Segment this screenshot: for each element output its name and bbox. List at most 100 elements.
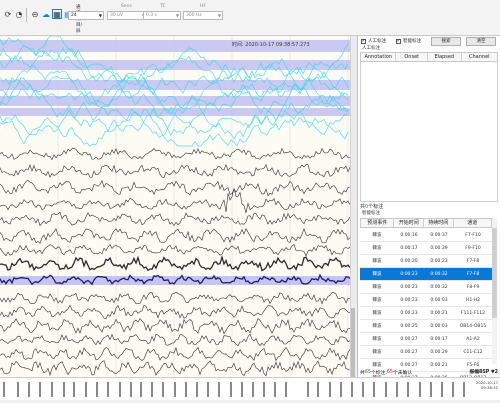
table-cell: 0:00:23 <box>400 311 418 316</box>
column-duration[interactable]: 持续时间 <box>424 219 454 227</box>
hf-select[interactable]: 300 Hz ▼ <box>183 11 223 20</box>
eeg-scrollbar-thumb[interactable] <box>351 308 355 377</box>
table-cell: OB14-OB15 <box>459 324 487 329</box>
eeg-trace <box>0 244 350 257</box>
eeg-trace <box>0 291 350 305</box>
status-mid: 个标注, <box>370 370 387 376</box>
smart-annotation-header: 预测事件 开始时间 持续时间 通道 <box>360 218 492 228</box>
channels-per-screen-value: 24 <box>71 13 77 18</box>
search-button[interactable]: 搜索 <box>431 37 461 46</box>
event-timeline[interactable] <box>0 377 500 400</box>
table-row[interactable]: 棘波 0:00:20 0:00:23 F7-F8 <box>360 255 492 268</box>
eeg-waveform-view[interactable]: 时间: 2020-10-17 09:38:57.273 <box>0 36 356 377</box>
table-cell: A1-A2 <box>466 337 480 342</box>
table-row[interactable]: 棘波 0:00:25 0:00:03 OB14-OB15 <box>360 320 492 333</box>
table-row[interactable]: 棘波 0:00:27 0:00:17 A1-A2 <box>360 333 492 346</box>
eeg-traces <box>0 36 350 377</box>
table-cell: 棘波 <box>372 233 382 238</box>
eeg-trace <box>0 179 350 197</box>
toolbar-separator <box>26 8 27 22</box>
sens-select[interactable]: 30 uV ▼ <box>107 11 147 20</box>
table-cell: 0:00:27 <box>400 337 418 342</box>
table-cell: 0:00:03 <box>430 324 448 329</box>
chevron-down-icon: ▼ <box>98 13 102 18</box>
table-cell: 0:00:32 <box>430 285 448 290</box>
manual-annotation-checkbox[interactable]: 人工标注 <box>361 38 386 44</box>
table-cell: 0:00:03 <box>430 298 448 303</box>
table-row[interactable]: 棘波 0:00:16 0:00:37 F7-F10 <box>360 229 492 242</box>
table-cell: 0:00:37 <box>430 233 448 238</box>
tc-select[interactable]: 0.3 s ▼ <box>143 11 181 20</box>
cursor-timestamp: 时间: 2020-10-17 09:38:57.273 <box>232 42 310 48</box>
smart-table-scrollbar-thumb[interactable] <box>492 228 497 318</box>
table-cell: 0:00:23 <box>400 272 418 277</box>
eeg-trace <box>0 211 350 227</box>
table-cell: 棘波 <box>372 272 382 277</box>
column-annotation[interactable]: Annotation <box>361 53 397 61</box>
table-row[interactable]: 棘波 0:00:27 0:00:29 C11-C12 <box>360 346 492 359</box>
eeg-trace <box>0 318 350 335</box>
amplitude-indicator[interactable]: 振幅8SP ▼2 <box>469 368 498 375</box>
table-cell: 0:00:23 <box>400 298 418 303</box>
table-row[interactable]: 棘波 0:00:23 0:00:32 F8-F9 <box>360 281 492 294</box>
manual-annotation-count: 共0个标注 <box>360 203 383 210</box>
column-channel[interactable]: Channel <box>462 53 497 61</box>
eeg-trace <box>0 346 350 362</box>
column-predicted-event[interactable]: 预测事件 <box>361 219 395 227</box>
chevron-down-icon: ▼ <box>217 13 221 18</box>
smart-annotation-table: 棘波 0:00:16 0:00:37 F7-F10 棘波 0:00:17 0:00:39 F9… <box>360 229 492 385</box>
refresh-icon[interactable]: ⟳ <box>3 9 13 19</box>
table-cell: 棘波 <box>372 311 382 316</box>
table-row[interactable]: 棘波 0:00:23 0:00:21 F111-F112 <box>360 307 492 320</box>
table-cell: 0:00:21 <box>430 311 448 316</box>
layout-icon[interactable]: ▦ <box>52 9 62 19</box>
table-row[interactable]: 棘波 0:00:23 0:00:32 F7-F8 <box>360 268 492 281</box>
table-cell: 0:00:23 <box>400 285 418 290</box>
eeg-trace <box>0 147 350 161</box>
column-channel[interactable]: 通道 <box>454 219 491 227</box>
chevron-down-icon: ▼ <box>175 13 179 18</box>
table-row[interactable]: 棘波 0:00:17 0:00:39 F9-F10 <box>360 242 492 255</box>
hf-value: 300 Hz <box>186 13 202 18</box>
eeg-trace <box>0 333 350 347</box>
table-cell: 0:00:32 <box>430 272 448 277</box>
eeg-trace <box>0 254 350 272</box>
column-elapsed[interactable]: Elapsed <box>428 53 462 61</box>
clock-icon[interactable]: ◔ <box>14 9 24 19</box>
table-cell: 0:00:27 <box>400 350 418 355</box>
column-start-time[interactable]: 开始时间 <box>394 219 425 227</box>
status-suffix: 个未确认 <box>392 370 413 376</box>
montage-icon[interactable]: ⊖ <box>30 9 40 19</box>
table-cell: F9-F10 <box>465 246 481 251</box>
cloud-icon[interactable]: ☁ <box>41 9 51 19</box>
table-cell: 棘波 <box>372 259 382 264</box>
hf-label: HF <box>200 4 206 9</box>
table-cell: F111-F112 <box>461 311 485 316</box>
manual-annotation-title: 人工标注 <box>362 46 380 51</box>
tc-value: 0.3 s <box>146 13 157 18</box>
sens-value: 30 uV <box>110 13 124 18</box>
table-row[interactable]: 棘波 0:00:23 0:00:03 H1-H2 <box>360 294 492 307</box>
table-cell: 0:00:39 <box>430 246 448 251</box>
table-cell: F8-F9 <box>466 285 480 290</box>
table-cell: 0:00:16 <box>400 233 418 238</box>
table-cell: F7-F8 <box>466 259 480 264</box>
highlight-band <box>0 96 350 106</box>
table-cell: 0:00:17 <box>400 246 418 251</box>
manual-annotation-list[interactable] <box>360 62 498 202</box>
channels-per-screen-select[interactable]: 24 ▼ <box>68 11 104 20</box>
eeg-trace <box>0 163 350 178</box>
table-cell: 0:00:29 <box>430 350 448 355</box>
table-cell: 0:00:17 <box>430 337 448 342</box>
table-cell: 棘波 <box>372 246 382 251</box>
manual-annotation-header: Annotation Onset Elapsed Channel <box>360 52 498 62</box>
eeg-trace <box>0 304 350 320</box>
system-clock: 2020-10-17 09:38:31 <box>474 380 498 390</box>
smart-annotation-checkbox[interactable]: 智能标注 <box>396 38 421 44</box>
table-cell: 棘波 <box>372 337 382 342</box>
clear-button[interactable]: 清空 <box>466 37 496 46</box>
smart-annotation-checkbox-label: 智能标注 <box>403 39 421 44</box>
table-cell: C11-C12 <box>463 350 483 355</box>
table-cell: 0:00:20 <box>400 259 418 264</box>
column-onset[interactable]: Onset <box>396 53 429 61</box>
